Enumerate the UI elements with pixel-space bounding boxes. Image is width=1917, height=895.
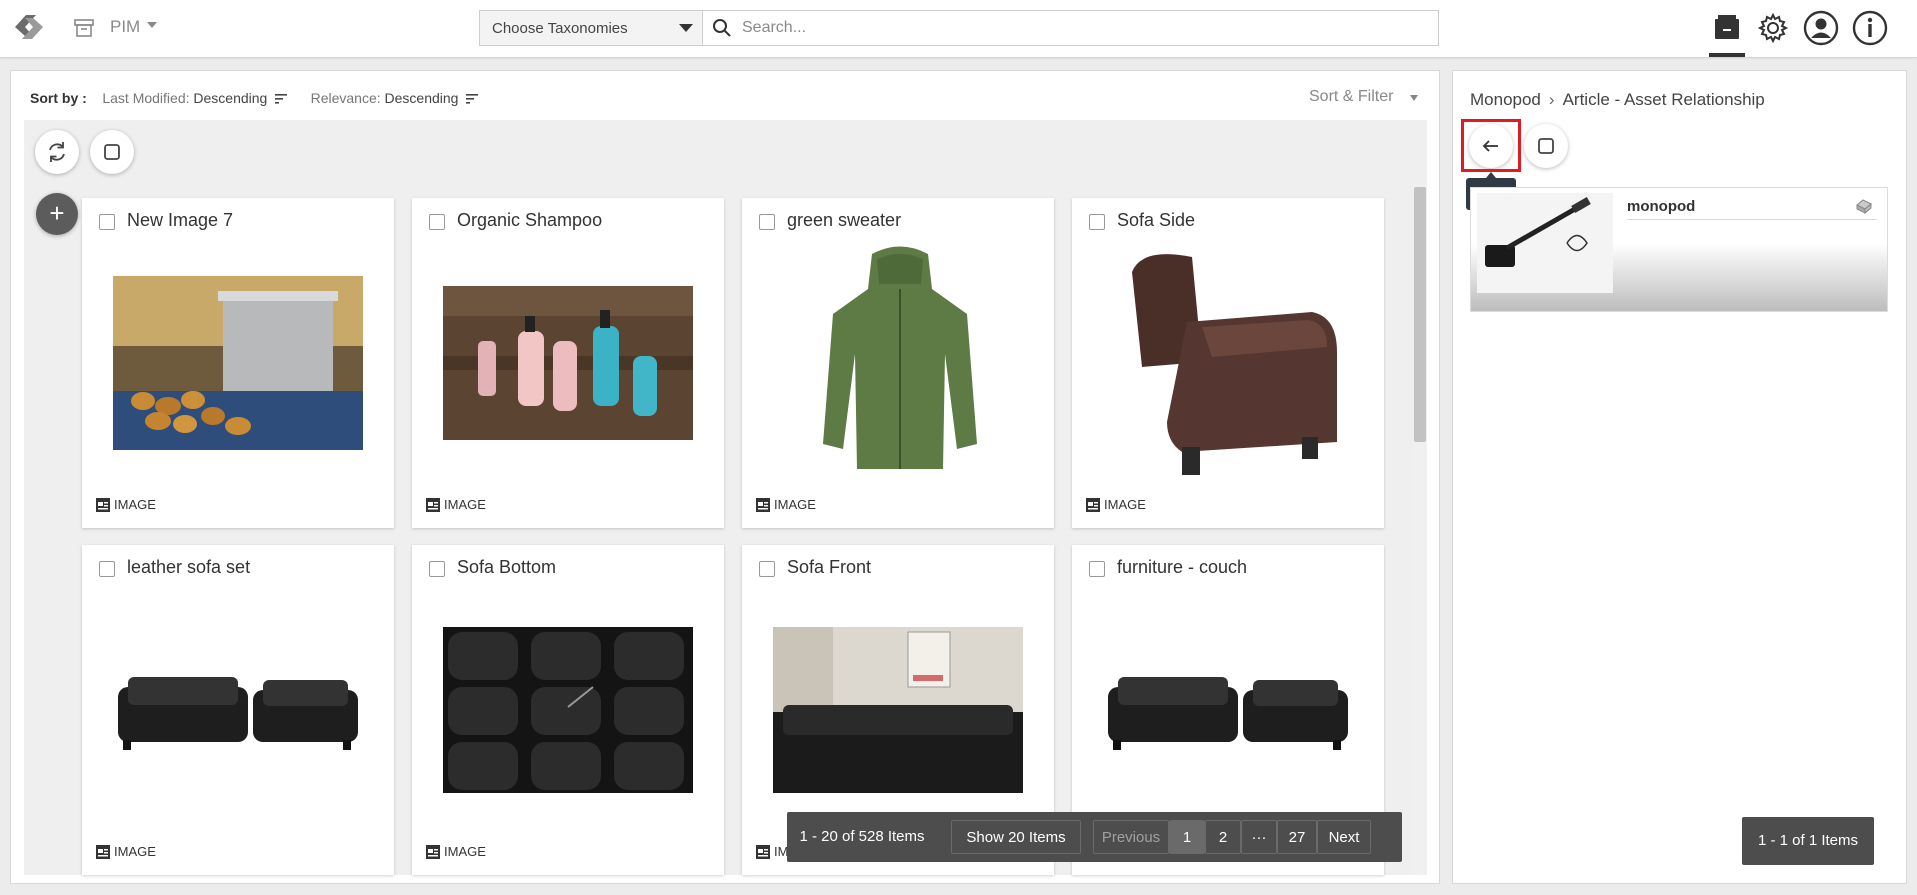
card-checkbox[interactable] — [99, 214, 115, 230]
sort-relevance[interactable]: Descending — [385, 90, 459, 106]
user-icon[interactable] — [1803, 10, 1839, 46]
scrollbar-thumb[interactable] — [1414, 187, 1426, 442]
chevron-down-icon[interactable] — [679, 24, 693, 32]
pagination-bar: 1 - 20 of 528 Items Show 20 Items Previo… — [787, 812, 1402, 862]
card-title: Sofa Bottom — [457, 557, 557, 577]
asset-type-icon — [756, 845, 770, 859]
divider — [1627, 219, 1877, 220]
taxonomy-select[interactable]: Choose Taxonomies — [479, 10, 703, 46]
info-icon[interactable] — [1852, 10, 1888, 46]
thumbnail-image — [443, 627, 693, 793]
page-button[interactable]: 2 — [1205, 820, 1241, 854]
card-checkbox[interactable] — [429, 561, 445, 577]
next-button[interactable]: Next — [1317, 820, 1371, 854]
card-checkbox[interactable] — [1089, 561, 1105, 577]
search-input[interactable] — [740, 13, 1434, 43]
sort-filter-button[interactable]: Sort & Filter — [1309, 88, 1393, 106]
gear-icon[interactable] — [1755, 10, 1791, 46]
asset-type-icon — [96, 498, 110, 512]
card-title: Organic Shampoo — [457, 210, 603, 230]
thumbnail-image — [113, 276, 363, 450]
asset-card[interactable]: Sofa Side IMAGE — [1072, 198, 1384, 528]
asset-card[interactable]: green sweater IMAGE — [742, 198, 1054, 528]
sort-last-modified[interactable]: Descending — [193, 90, 267, 106]
asset-card[interactable]: leather sofa set IMAGE — [82, 545, 394, 875]
refresh-icon — [49, 142, 65, 162]
card-checkbox[interactable] — [1089, 214, 1105, 230]
page-button[interactable]: 27 — [1277, 820, 1317, 854]
card-title: furniture - couch — [1117, 557, 1248, 577]
asset-card[interactable]: New Image 7 IMAGE — [82, 198, 394, 528]
sort-field-name: Relevance: — [310, 90, 381, 106]
asset-type-text: IMAGE — [114, 844, 156, 859]
card-checkbox[interactable] — [759, 561, 775, 577]
pagination-summary: 1 - 20 of 528 Items — [799, 828, 925, 845]
asset-type-text: IMAGE — [774, 497, 816, 512]
asset-card[interactable]: Sofa Bottom IMAGE — [412, 545, 724, 875]
thumbnail-image — [1477, 193, 1613, 293]
thumbnail-image — [113, 665, 363, 765]
asset-card[interactable]: Organic Shampoo IMAGE — [412, 198, 724, 528]
breadcrumb-item: Article - Asset Relationship — [1562, 90, 1765, 109]
card-checkbox[interactable] — [99, 561, 115, 577]
card-title: Sofa Front — [787, 557, 872, 577]
thumbnail-image — [817, 244, 983, 484]
asset-type-text: IMAGE — [444, 844, 486, 859]
asset-type-text: IMAGE — [1104, 497, 1146, 512]
checkbox-icon — [104, 144, 120, 160]
select-all-button[interactable] — [90, 130, 134, 174]
refresh-button[interactable] — [35, 130, 79, 174]
asset-type-label: IMAGE — [756, 497, 816, 512]
asset-type-icon — [426, 845, 440, 859]
highlight-box — [1461, 119, 1521, 172]
asset-type-label: IMAGE — [426, 497, 486, 512]
asset-type-icon — [756, 498, 770, 512]
asset-type-text: IMAGE — [114, 497, 156, 512]
sort-field-name: Last Modified: — [102, 90, 190, 106]
sort-desc-icon[interactable] — [275, 94, 288, 104]
sort-desc-icon[interactable] — [466, 94, 479, 104]
asset-type-label: IMAGE — [426, 844, 486, 859]
module-selector[interactable]: PIM — [110, 17, 140, 37]
card-checkbox[interactable] — [429, 214, 445, 230]
sort-label: Sort by : — [30, 90, 87, 106]
previous-button[interactable]: Previous — [1093, 820, 1169, 854]
asset-type-label: IMAGE — [1086, 497, 1146, 512]
active-tab-indicator — [1709, 53, 1745, 57]
card-title: New Image 7 — [127, 210, 234, 230]
asset-type-icon — [426, 498, 440, 512]
related-asset-title: monopod — [1627, 198, 1696, 215]
asset-type-label: IMAGE — [96, 844, 156, 859]
asset-type-icon — [1086, 498, 1100, 512]
asset-type-text: IMAGE — [444, 497, 486, 512]
asset-type-label: IMAGE — [96, 497, 156, 512]
chevron-right-icon: › — [1548, 90, 1555, 109]
thumbnail-image — [1103, 665, 1353, 765]
dam-icon[interactable] — [1709, 10, 1745, 46]
card-title: leather sofa set — [127, 557, 251, 577]
thumbnail-image — [443, 286, 693, 440]
thumbnail-image — [1112, 242, 1348, 482]
tag-icon[interactable] — [1854, 197, 1874, 217]
chevron-down-icon[interactable] — [1410, 95, 1418, 101]
breadcrumb-item[interactable]: Monopod — [1470, 90, 1541, 109]
breadcrumb: Monopod › Article - Asset Relationship — [1470, 90, 1765, 110]
archive-icon[interactable] — [73, 17, 95, 39]
chevron-down-icon[interactable] — [147, 22, 157, 28]
select-all-button[interactable] — [1524, 124, 1568, 168]
page-ellipsis[interactable]: ··· — [1241, 820, 1277, 854]
card-checkbox[interactable] — [759, 214, 775, 230]
checkbox-icon — [1538, 138, 1554, 154]
asset-type-icon — [96, 845, 110, 859]
search-icon[interactable] — [712, 18, 732, 38]
card-title: green sweater — [787, 210, 902, 230]
add-asset-button[interactable]: + — [36, 193, 78, 235]
thumbnail-image — [773, 627, 1023, 793]
item-count: 1 - 1 of 1 Items — [1742, 817, 1874, 865]
card-title: Sofa Side — [1117, 210, 1196, 230]
page-button[interactable]: 1 — [1169, 820, 1205, 854]
sort-bar: Sort by : Last Modified: Descending Rele… — [30, 90, 479, 106]
app-logo-icon[interactable] — [6, 9, 52, 45]
page-size-button[interactable]: Show 20 Items — [951, 820, 1081, 854]
